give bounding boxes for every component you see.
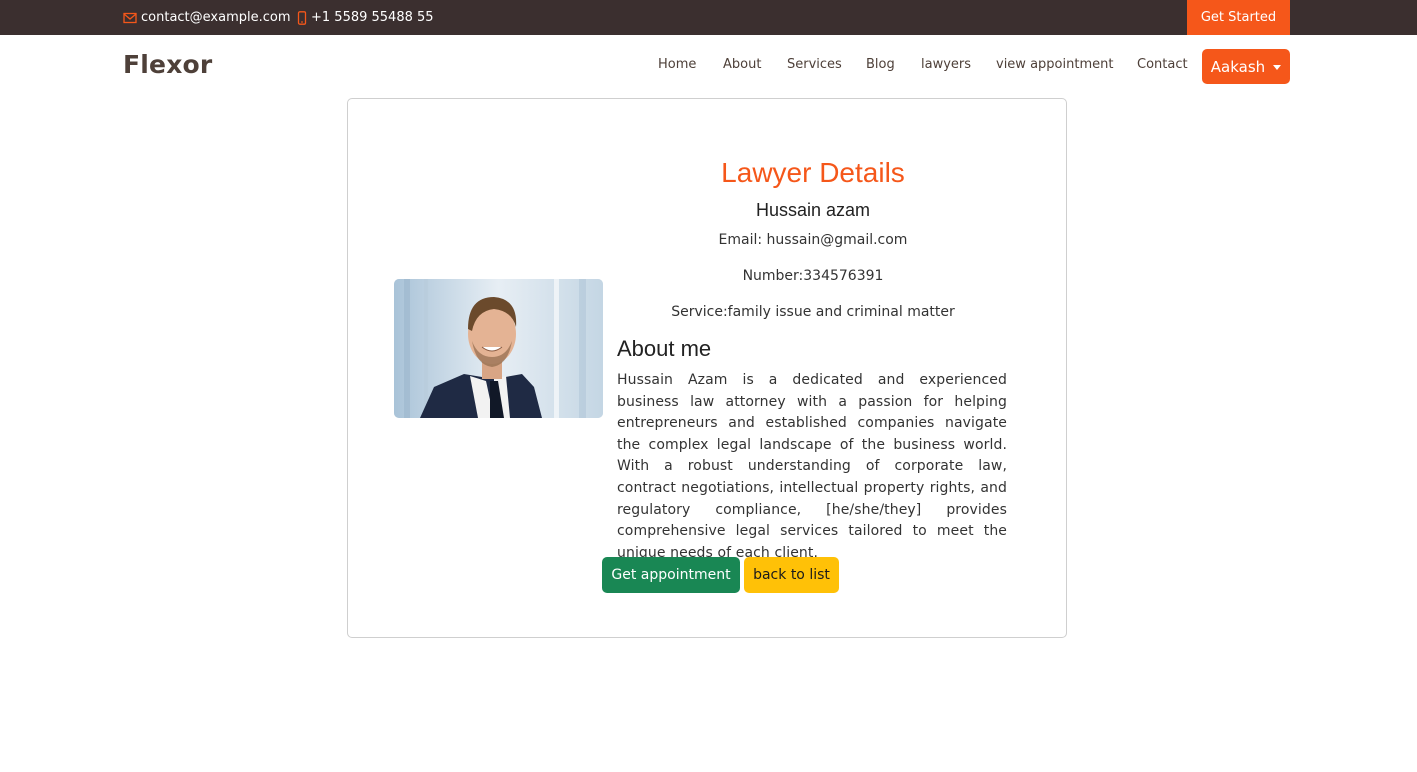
about-heading: About me	[617, 336, 712, 361]
phone-icon	[297, 10, 307, 25]
lawyer-number: Number:334576391	[742, 268, 884, 284]
nav-home[interactable]: Home	[658, 57, 696, 72]
contact-email-text: contact@example.com	[141, 10, 291, 25]
nav-view-appointment[interactable]: view appointment	[996, 57, 1113, 72]
contact-phone[interactable]: +1 5589 55488 55	[297, 0, 434, 35]
top-bar: contact@example.com +1 5589 55488 55 Get…	[0, 0, 1417, 35]
page-title: Lawyer Details	[721, 157, 905, 188]
nav-contact[interactable]: Contact	[1137, 57, 1188, 72]
nav-services[interactable]: Services	[787, 57, 842, 72]
nav-about[interactable]: About	[723, 57, 761, 72]
get-appointment-button[interactable]: Get appointment	[602, 557, 740, 593]
lawyer-email: Email: hussain@gmail.com	[718, 232, 908, 248]
user-dropdown-button[interactable]: Aakash	[1202, 49, 1290, 84]
get-started-button[interactable]: Get Started	[1187, 0, 1290, 35]
nav-lawyers[interactable]: lawyers	[921, 57, 971, 72]
lawyer-photo	[394, 279, 603, 418]
envelope-icon	[123, 12, 137, 24]
caret-down-icon	[1273, 64, 1282, 70]
site-logo[interactable]: Flexor	[123, 50, 212, 79]
lawyer-name: Hussain azam	[755, 200, 871, 220]
about-text: Hussain Azam is a dedicated and experien…	[617, 372, 1007, 561]
user-name-label: Aakash	[1210, 57, 1266, 76]
contact-email[interactable]: contact@example.com	[123, 0, 291, 35]
nav-blog[interactable]: Blog	[866, 57, 895, 72]
back-to-list-button[interactable]: back to list	[744, 557, 839, 593]
lawyer-details-card: Lawyer Details Hussain azam Email: hussa…	[347, 98, 1067, 638]
lawyer-service: Service:family issue and criminal matter	[671, 304, 955, 320]
contact-phone-text: +1 5589 55488 55	[311, 10, 434, 25]
